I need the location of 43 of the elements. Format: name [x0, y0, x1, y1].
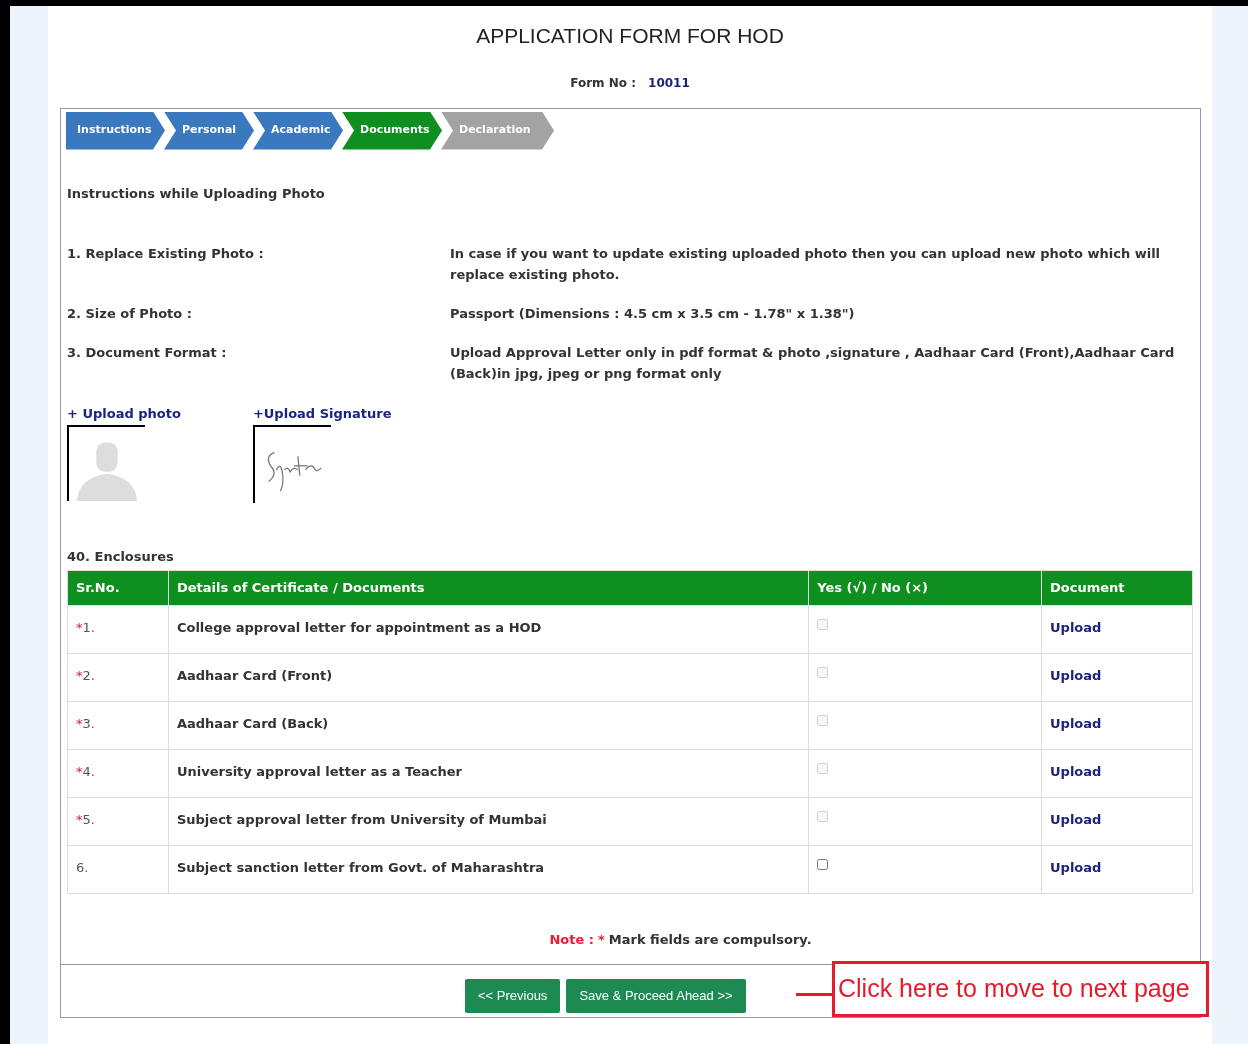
document-name: University approval letter as a Teacher — [176, 764, 462, 779]
instruction-label: 3. Document Format : — [67, 344, 228, 362]
serial-number: *5. — [76, 812, 95, 827]
form-title: APPLICATION FORM FOR HOD — [476, 23, 784, 49]
column-header: Yes (√) / No (×) — [808, 570, 1042, 606]
column-header: Document — [1041, 570, 1193, 606]
serial-number: *2. — [76, 668, 95, 683]
document-name: Aadhaar Card (Back) — [176, 716, 329, 731]
instruction-text: Passport (Dimensions : 4.5 cm x 3.5 cm - 1.78" x 1.38") — [450, 305, 856, 323]
step-tab[interactable]: Personal — [164, 111, 254, 150]
instruction-text: In case if you want to update existing uploaded photo then you can upload new photo which will replace existing photo. — [450, 245, 1162, 284]
instruction-text: Upload Approval Letter only in pdf format & photo ,signature , Aadhaar Card (Front),Aadhaar Card (Back)in jpg, jpeg or png format only — [450, 344, 1176, 383]
instruction-label: 1. Replace Existing Photo : — [67, 245, 265, 263]
column-header: Details of Certificate / Documents — [168, 570, 809, 606]
instructions-heading: Instructions while Uploading Photo — [67, 184, 326, 203]
document-name: Subject sanction letter from Govt. of Maharashtra — [176, 860, 545, 875]
enclosures-heading: 40. Enclosures — [67, 547, 175, 566]
previous-button[interactable]: << Previous — [465, 978, 561, 1013]
connector-line — [796, 992, 832, 996]
upload-link[interactable]: Upload — [1050, 860, 1102, 875]
required-asterisk: * — [598, 931, 605, 949]
person-silhouette-icon — [67, 424, 145, 501]
note-text: Mark fields are compulsory. — [608, 931, 812, 949]
serial-number: *3. — [76, 716, 95, 731]
instruction-label: 2. Size of Photo : — [67, 305, 193, 323]
form-number-value: 10011 — [648, 74, 690, 92]
serial-number: *1. — [76, 620, 95, 635]
serial-number: 6. — [76, 860, 89, 875]
upload-link[interactable]: + Upload photo — [67, 404, 181, 424]
document-name: College approval letter for appointment as a HOD — [176, 620, 542, 635]
save-proceed-button[interactable]: Save & Proceed Ahead >> — [566, 978, 746, 1013]
form-number-label: Form No : — [570, 74, 637, 92]
yes-no-checkbox[interactable] — [817, 859, 829, 870]
serial-number: *4. — [76, 764, 95, 779]
column-header: Sr.No. — [67, 570, 169, 606]
callout-box: Click here to move to next page — [832, 960, 1209, 1017]
step-tab[interactable]: Documents — [342, 111, 442, 150]
step-tab[interactable]: Instructions — [66, 111, 165, 150]
upload-link[interactable]: +Upload Signature — [252, 404, 392, 424]
step-tab[interactable]: Academic — [253, 111, 343, 150]
document-name: Aadhaar Card (Front) — [176, 668, 333, 683]
document-name: Subject approval letter from University of Mumbai — [176, 812, 547, 827]
note-label: Note : — [549, 931, 594, 949]
